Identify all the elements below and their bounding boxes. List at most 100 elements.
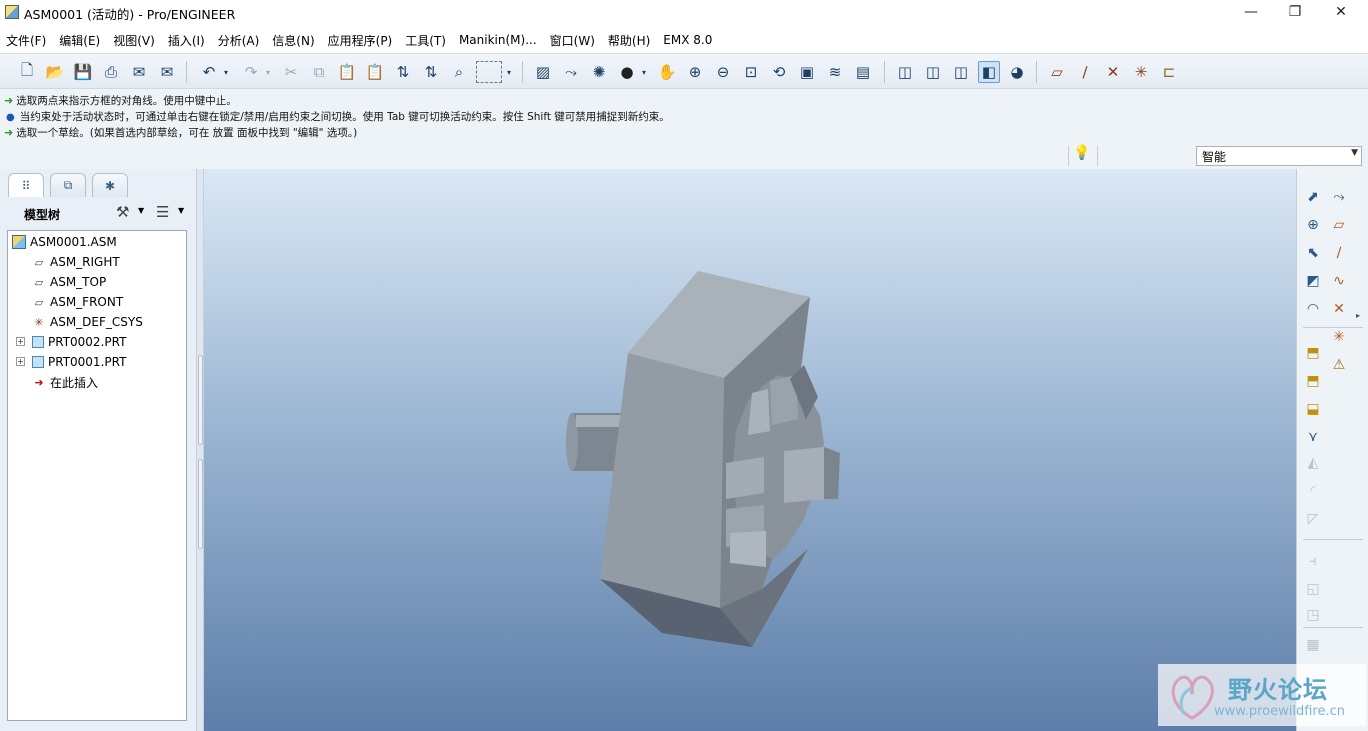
zoom-in-icon[interactable]: ⊕ <box>684 61 706 83</box>
menu-emx[interactable]: EMX 8.0 <box>663 33 719 47</box>
graphics-window[interactable] <box>204 169 1296 731</box>
redo-dropdown-icon[interactable]: ▾ <box>262 61 274 83</box>
csys-tool-icon[interactable]: ✳ <box>1327 325 1351 349</box>
hole-tool-icon[interactable]: ◭ <box>1301 451 1325 475</box>
tree-node[interactable]: ▱ ASM_RIGHT <box>32 253 120 271</box>
send-mail-icon[interactable]: ✉ <box>128 61 150 83</box>
round-tool-icon[interactable]: ◜ <box>1301 479 1325 503</box>
pattern-tool-icon[interactable]: ▦ <box>1301 633 1325 657</box>
menu-info[interactable]: 信息(N) <box>272 32 321 49</box>
assembly-cut-icon[interactable]: ⋎ <box>1301 425 1325 449</box>
datum-point-display-icon[interactable]: ✕ <box>1102 61 1124 83</box>
no-hidden-icon[interactable]: ◫ <box>950 61 972 83</box>
expand-toggle[interactable]: + <box>16 357 25 366</box>
find-icon[interactable]: ⌕ <box>448 61 470 83</box>
paste-icon[interactable]: 📋 <box>336 61 358 83</box>
regen-manager-icon[interactable]: ⇅ <box>420 61 442 83</box>
select-dropdown-icon[interactable]: ▾ <box>504 61 514 83</box>
tree-node[interactable]: ▱ ASM_TOP <box>32 273 106 291</box>
splitter-grip[interactable] <box>198 459 203 549</box>
datum-axis-tool-icon[interactable]: ⊕ <box>1301 213 1325 237</box>
point-dropdown-icon[interactable]: ▸ <box>1353 303 1363 327</box>
appearance-icon[interactable]: ● <box>616 61 638 83</box>
shading-icon[interactable]: ◧ <box>978 61 1000 83</box>
chamfer-tool-icon[interactable]: ◸ <box>1301 507 1325 531</box>
menu-view[interactable]: 视图(V) <box>113 32 162 49</box>
assemble-component-icon[interactable]: ⬒ <box>1301 341 1325 365</box>
tab-folder-browser[interactable]: ⧉ <box>50 173 86 197</box>
datum-axis-display-icon[interactable]: ∕ <box>1074 61 1096 83</box>
datum-plane-display-icon[interactable]: ▱ <box>1046 61 1068 83</box>
csys-display-icon[interactable]: ✳ <box>1130 61 1152 83</box>
orient-mode-icon[interactable]: ✺ <box>588 61 610 83</box>
tab-favorites[interactable]: ✱ <box>92 173 128 197</box>
menu-analysis[interactable]: 分析(A) <box>218 32 267 49</box>
datum-plane-tool-icon[interactable]: ▱ <box>1327 213 1351 237</box>
sketched-curve-icon[interactable]: ⬉ <box>1301 241 1325 265</box>
reorient-icon[interactable]: ⟲ <box>768 61 790 83</box>
tab-model-tree[interactable]: ⠿ <box>8 173 44 197</box>
send-link-icon[interactable]: ✉ <box>156 61 178 83</box>
selection-filter-select[interactable]: 智能 ▼ <box>1196 146 1362 166</box>
cut-icon[interactable]: ✂ <box>280 61 302 83</box>
paste-special-icon[interactable]: 📋 <box>364 61 386 83</box>
menu-applications[interactable]: 应用程序(P) <box>328 32 400 49</box>
expand-toggle[interactable]: + <box>16 337 25 346</box>
layers-icon[interactable]: ≋ <box>824 61 846 83</box>
redo-icon[interactable]: ↷ <box>240 61 262 83</box>
menu-insert[interactable]: 插入(I) <box>168 32 212 49</box>
create-component-icon[interactable]: ⬒ <box>1301 369 1325 393</box>
enhanced-realism-icon[interactable]: ◕ <box>1006 61 1028 83</box>
trim-tool-icon[interactable]: ◳ <box>1301 603 1325 627</box>
menu-manikin[interactable]: Manikin(M)... <box>459 33 544 47</box>
edit-trim-icon[interactable]: ⤳ <box>1327 185 1351 209</box>
show-columns-icon[interactable]: ☰ <box>156 203 169 221</box>
close-button[interactable]: ✕ <box>1318 0 1364 26</box>
zoom-out-icon[interactable]: ⊖ <box>712 61 734 83</box>
merge-tool-icon[interactable]: ◱ <box>1301 577 1325 601</box>
settings-tools-icon[interactable]: ⚒ <box>116 203 129 221</box>
curve-tool-icon[interactable]: ∿ <box>1327 269 1351 293</box>
component-interface-icon[interactable]: ◠ <box>1301 297 1325 321</box>
hidden-line-icon[interactable]: ◫ <box>922 61 944 83</box>
chevron-down-icon[interactable]: ▼ <box>178 206 184 215</box>
regenerate-icon[interactable]: ⇅ <box>392 61 414 83</box>
new-file-icon[interactable]: 🗋 <box>16 61 38 83</box>
wireframe-icon[interactable]: ◫ <box>894 61 916 83</box>
sketch-tool-icon[interactable]: ⬈ <box>1301 185 1325 209</box>
tree-node[interactable]: PRT0002.PRT <box>32 333 126 351</box>
menu-window[interactable]: 窗口(W) <box>550 32 602 49</box>
light-bulb-icon[interactable]: 💡 <box>1073 145 1090 161</box>
model-viewport[interactable] <box>204 169 1296 731</box>
restore-button[interactable]: ❐ <box>1272 0 1318 26</box>
tree-node[interactable]: ASM0001.ASM <box>12 233 117 251</box>
splitter-grip[interactable] <box>198 355 203 445</box>
print-icon[interactable]: ⎙ <box>100 61 122 83</box>
select-box-icon[interactable] <box>476 61 502 83</box>
annotation-display-icon[interactable]: ⊏ <box>1158 61 1180 83</box>
mirror-tool-icon[interactable]: ⫞ <box>1301 549 1325 573</box>
appearance-dropdown-icon[interactable]: ▾ <box>638 61 650 83</box>
undo-icon[interactable]: ↶ <box>198 61 220 83</box>
save-icon[interactable]: 💾 <box>72 61 94 83</box>
menu-edit[interactable]: 编辑(E) <box>59 32 107 49</box>
menu-file[interactable]: 文件(F) <box>6 32 53 49</box>
repaint-icon[interactable]: ▨ <box>532 61 554 83</box>
tree-node[interactable]: PRT0001.PRT <box>32 353 126 371</box>
tree-node[interactable]: ▱ ASM_FRONT <box>32 293 123 311</box>
menu-tools[interactable]: 工具(T) <box>405 32 453 49</box>
panel-splitter[interactable] <box>196 169 204 731</box>
saved-views-icon[interactable]: ▣ <box>796 61 818 83</box>
package-component-icon[interactable]: ⬓ <box>1301 397 1325 421</box>
pan-hand-icon[interactable]: ✋ <box>656 61 678 83</box>
menu-help[interactable]: 帮助(H) <box>608 32 657 49</box>
undo-dropdown-icon[interactable]: ▾ <box>220 61 232 83</box>
refit-icon[interactable]: ⊡ <box>740 61 762 83</box>
tree-node[interactable]: ➜ 在此插入 <box>32 373 98 391</box>
analysis-feature-icon[interactable]: ⚠ <box>1327 353 1351 377</box>
axis-tool-icon[interactable]: ∕ <box>1327 241 1351 265</box>
spin-center-icon[interactable]: ⤳ <box>560 61 582 83</box>
tree-node[interactable]: ✳ ASM_DEF_CSYS <box>32 313 142 331</box>
datum-point-tool-icon[interactable]: ✕ <box>1327 297 1351 321</box>
copy-icon[interactable]: ⧉ <box>308 61 330 83</box>
